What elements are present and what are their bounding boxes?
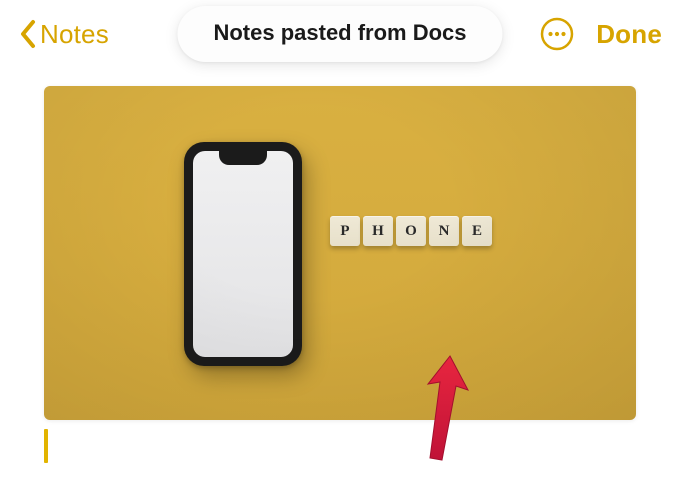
note-body[interactable]: P H O N E: [0, 68, 680, 420]
phone-mockup: [184, 142, 302, 366]
text-cursor: [44, 429, 48, 463]
phone-notch: [219, 151, 267, 165]
more-options-button[interactable]: [540, 17, 574, 51]
letter-tile: P: [330, 216, 360, 246]
letter-tile: E: [462, 216, 492, 246]
letter-tile: O: [396, 216, 426, 246]
title-toast: Notes pasted from Docs: [177, 6, 502, 62]
navigation-bar: Notes Notes pasted from Docs Done: [0, 0, 680, 68]
header-actions: Done: [540, 17, 662, 51]
letter-tile: N: [429, 216, 459, 246]
letter-tile: H: [363, 216, 393, 246]
page-title: Notes pasted from Docs: [213, 20, 466, 45]
phone-screen: [193, 151, 293, 357]
letter-tiles: P H O N E: [330, 216, 492, 246]
back-button[interactable]: Notes: [18, 18, 109, 50]
ellipsis-circle-icon: [540, 17, 574, 51]
chevron-left-icon: [18, 18, 38, 50]
done-button[interactable]: Done: [596, 19, 662, 50]
back-label: Notes: [40, 19, 109, 50]
embedded-image[interactable]: P H O N E: [44, 86, 636, 420]
